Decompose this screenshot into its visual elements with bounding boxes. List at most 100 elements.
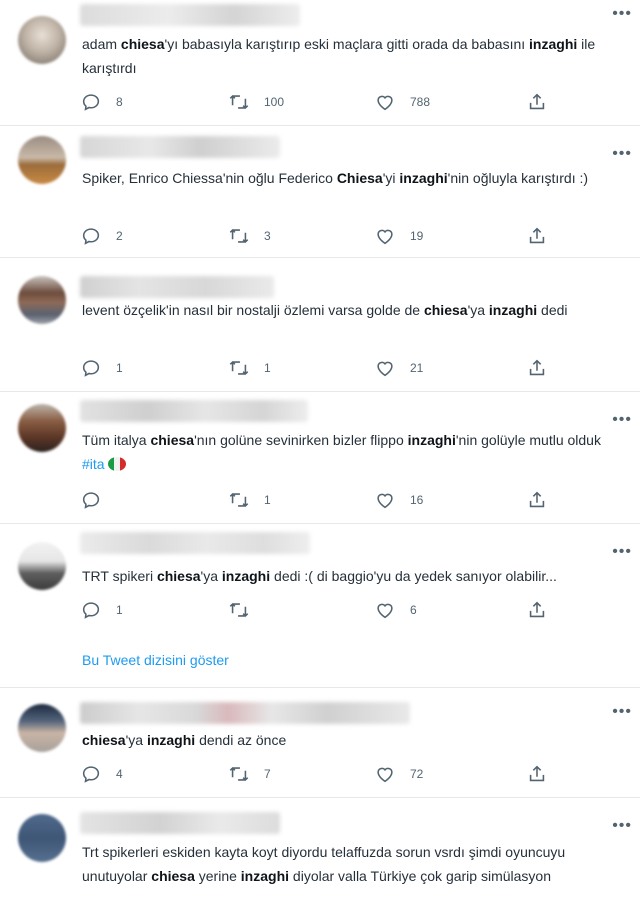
author-name-blurred[interactable] — [80, 702, 410, 724]
reply-button[interactable]: 1 — [80, 356, 123, 380]
avatar[interactable] — [18, 814, 66, 862]
tweet-text: levent özçelik'in nasıl bir nostalji özl… — [82, 298, 622, 322]
like-count: 6 — [410, 603, 417, 617]
hashtag-link[interactable]: #ita — [82, 456, 105, 472]
reply-button[interactable]: 2 — [80, 224, 123, 248]
more-horizontal-icon[interactable]: ••• — [612, 544, 632, 560]
tweet-text: adam chiesa'yı babasıyla karıştırıp eski… — [82, 32, 622, 80]
retweet-button[interactable]: 1 — [228, 488, 271, 512]
like-button[interactable]: 21 — [374, 356, 423, 380]
retweet-button[interactable] — [228, 598, 264, 622]
text-segment: 'yı babasıyla karıştırıp eski maçlara gi… — [164, 36, 530, 52]
reply-icon — [80, 91, 102, 113]
reply-icon — [80, 763, 102, 785]
reply-button[interactable] — [80, 488, 116, 512]
like-count: 16 — [410, 493, 424, 507]
text-segment: 'nin golüyle mutlu olduk — [455, 432, 601, 448]
more-horizontal-icon[interactable]: ••• — [612, 704, 632, 720]
reply-count: 2 — [116, 229, 123, 243]
keyword-highlight: chiesa — [82, 732, 126, 748]
text-segment: dendi az önce — [195, 732, 287, 748]
reply-button[interactable]: 4 — [80, 762, 123, 786]
tweet-actions: 2 3 19 — [80, 224, 560, 248]
keyword-highlight: chiesa — [423, 302, 468, 318]
keyword-highlight: inzaghi — [529, 36, 578, 52]
author-name-blurred[interactable] — [80, 532, 310, 554]
more-horizontal-icon[interactable]: ••• — [612, 412, 632, 428]
share-button[interactable] — [526, 598, 548, 622]
text-segment: yerine — [194, 868, 241, 884]
retweet-button[interactable]: 7 — [228, 762, 271, 786]
tweet-text: chiesa'ya inzaghi dendi az önce — [82, 728, 622, 752]
avatar[interactable] — [18, 704, 66, 752]
retweet-count: 1 — [264, 493, 271, 507]
keyword-highlight: inzaghi — [221, 568, 271, 584]
retweet-icon — [228, 357, 250, 379]
retweet-button[interactable]: 1 — [228, 356, 271, 380]
keyword-highlight: Chiesa — [336, 170, 383, 186]
tweet[interactable]: ••• adam chiesa'yı babasıyla karıştırıp … — [0, 0, 640, 126]
avatar[interactable] — [18, 136, 66, 184]
keyword-highlight: inzaghi — [399, 170, 448, 186]
tweet-text: TRT spikeri chiesa'ya inzaghi dedi :( di… — [82, 564, 622, 588]
keyword-highlight: inzaghi — [146, 732, 196, 748]
show-thread-link[interactable]: Bu Tweet dizisini göster — [82, 652, 229, 668]
retweet-icon — [228, 225, 250, 247]
italy-flag-icon — [107, 457, 126, 471]
share-button[interactable] — [526, 224, 548, 248]
keyword-highlight: chiesa — [150, 432, 195, 448]
retweet-button[interactable]: 100 — [228, 90, 284, 114]
like-button[interactable]: 16 — [374, 488, 423, 512]
retweet-icon — [228, 763, 250, 785]
text-segment: 'nın golüne sevinirken bizler flippo — [194, 432, 408, 448]
reply-button[interactable]: 1 — [80, 598, 123, 622]
avatar[interactable] — [18, 276, 66, 324]
text-segment: 'ya — [125, 732, 147, 748]
like-button[interactable]: 6 — [374, 598, 417, 622]
reply-button[interactable]: 8 — [80, 90, 123, 114]
share-button[interactable] — [526, 356, 548, 380]
keyword-highlight: chiesa — [120, 36, 165, 52]
avatar[interactable] — [18, 404, 66, 452]
heart-icon — [374, 225, 396, 247]
heart-icon — [374, 763, 396, 785]
tweet-actions: 4 7 72 — [80, 762, 560, 786]
share-icon — [526, 225, 548, 247]
like-count: 72 — [410, 767, 424, 781]
more-horizontal-icon[interactable]: ••• — [612, 146, 632, 162]
heart-icon — [374, 357, 396, 379]
share-icon — [526, 91, 548, 113]
text-segment: TRT spikeri — [82, 568, 157, 584]
share-button[interactable] — [526, 488, 548, 512]
more-horizontal-icon[interactable]: ••• — [612, 6, 632, 22]
avatar[interactable] — [18, 16, 66, 64]
author-name-blurred[interactable] — [80, 400, 308, 422]
like-count: 21 — [410, 361, 424, 375]
like-button[interactable]: 19 — [374, 224, 423, 248]
like-count: 19 — [410, 229, 424, 243]
share-button[interactable] — [526, 762, 548, 786]
like-button[interactable]: 788 — [374, 90, 430, 114]
author-name-blurred[interactable] — [80, 136, 280, 158]
like-button[interactable]: 72 — [374, 762, 423, 786]
share-button[interactable] — [526, 90, 548, 114]
heart-icon — [374, 489, 396, 511]
keyword-highlight: chiesa — [156, 568, 201, 584]
more-horizontal-icon[interactable]: ••• — [612, 818, 632, 834]
retweet-button[interactable]: 3 — [228, 224, 271, 248]
keyword-highlight: chiesa — [151, 868, 195, 884]
text-segment: adam — [82, 36, 121, 52]
share-icon — [526, 763, 548, 785]
retweet-icon — [228, 599, 250, 621]
text-segment: levent özçelik'in nasıl bir nostalji özl… — [82, 302, 424, 318]
reply-icon — [80, 599, 102, 621]
avatar[interactable] — [18, 542, 66, 590]
text-segment: dedi :( di baggio'yu da yedek sanıyor ol… — [270, 568, 557, 584]
text-segment: 'yi — [382, 170, 400, 186]
reply-count: 1 — [116, 603, 123, 617]
author-name-blurred[interactable] — [80, 812, 280, 834]
author-name-blurred[interactable] — [80, 4, 300, 26]
tweet-actions: 1 6 — [80, 598, 560, 622]
retweet-icon — [228, 489, 250, 511]
author-name-blurred[interactable] — [80, 276, 274, 298]
